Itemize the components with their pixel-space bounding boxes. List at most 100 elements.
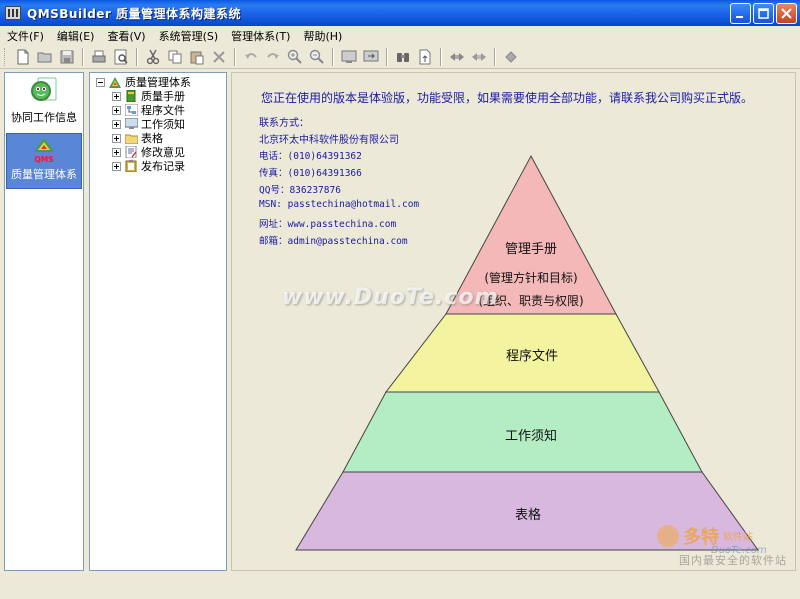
menu-file[interactable]: 文件(F) [0, 28, 50, 44]
cut-icon [146, 49, 160, 64]
zoom-out-button[interactable] [306, 46, 328, 68]
pyramid-label-instructions: 工作须知 [505, 428, 557, 444]
toolbar-separator [386, 47, 388, 66]
arrows-left-icon [450, 52, 464, 61]
redo-button[interactable] [262, 46, 284, 68]
menu-view[interactable]: 查看(V) [100, 28, 151, 44]
book-icon [124, 90, 138, 102]
expand-toggle[interactable] [112, 133, 121, 143]
toolbar-separator [234, 47, 236, 66]
screen-button[interactable] [338, 46, 360, 68]
menu-system[interactable]: 系统管理(S) [152, 28, 225, 44]
expand-toggle[interactable] [112, 91, 121, 101]
collab-icon [31, 77, 57, 101]
menu-management[interactable]: 管理体系(T) [224, 28, 296, 44]
menu-bar: 文件(F) 编辑(E) 查看(V) 系统管理(S) 管理体系(T) 帮助(H) [0, 26, 800, 45]
toolbar-separator [332, 47, 334, 66]
delete-icon [213, 50, 225, 63]
tree-node-feedback[interactable]: 修改意见 [90, 145, 226, 159]
expand-toggle[interactable] [112, 105, 121, 115]
next-button[interactable] [468, 46, 490, 68]
nav-label-collaboration: 协同工作信息 [11, 111, 77, 124]
nav-label-qms: 质量管理体系 [11, 168, 77, 181]
undo-icon [245, 52, 257, 59]
cut-button[interactable] [142, 46, 164, 68]
zoom-out-icon [309, 49, 324, 64]
folder-icon [124, 132, 138, 144]
app-icon [5, 6, 21, 20]
paste-icon [190, 51, 204, 64]
expand-toggle[interactable] [112, 119, 121, 129]
pyramid-sublabel-policy: (管理方针和目标) [484, 270, 577, 285]
menu-help[interactable]: 帮助(H) [296, 28, 348, 44]
new-icon [17, 49, 29, 64]
tree-root[interactable]: 质量管理体系 [90, 75, 226, 89]
toolbar [0, 45, 800, 69]
print-button[interactable] [88, 46, 110, 68]
print-icon [92, 50, 106, 62]
tree-node-forms[interactable]: 表格 [90, 131, 226, 145]
title-bar: QMSBuilder 质量管理体系构建系统 [0, 0, 800, 26]
screen-arrow-button[interactable] [360, 46, 382, 68]
content-pane: 您正在使用的版本是体验版，功能受限，如果需要使用全部功能，请联系我公司购买正式版… [231, 72, 796, 571]
undo-button[interactable] [240, 46, 262, 68]
nav-item-collaboration[interactable]: 协同工作信息 [6, 75, 82, 131]
open-icon [37, 52, 52, 62]
collapse-toggle[interactable] [96, 77, 105, 87]
diamond-icon [505, 50, 517, 63]
pyramid-label-forms: 表格 [515, 507, 541, 523]
new-button[interactable] [12, 46, 34, 68]
pyramid-label-manual: 管理手册 [505, 242, 557, 257]
monitor-icon [124, 118, 138, 130]
delete-button[interactable] [208, 46, 230, 68]
tree-node-label: 发布记录 [141, 160, 185, 173]
open-button[interactable] [34, 46, 56, 68]
pyramid-icon [108, 76, 122, 88]
tree-node-procedures[interactable]: 程序文件 [90, 103, 226, 117]
export-button[interactable] [414, 46, 436, 68]
qms-logo-text: QMS [34, 155, 53, 164]
diamond-button[interactable] [500, 46, 522, 68]
screen-icon [341, 50, 357, 63]
nav-item-qms[interactable]: QMS 质量管理体系 [6, 133, 82, 189]
toolbar-grip[interactable] [4, 47, 8, 66]
close-button[interactable] [776, 3, 797, 24]
minimize-button[interactable] [730, 3, 751, 24]
toolbar-separator [82, 47, 84, 66]
pyramid-level-manual[interactable] [445, 154, 617, 315]
tree-pane: 质量管理体系 质量手册 程序文件 工作须知 表格 修改意见 发布记录 [89, 72, 227, 571]
pyramid-sublabel-organization: (组织、职责与权限) [478, 294, 583, 308]
find-icon [397, 52, 409, 62]
tree-node-releases[interactable]: 发布记录 [90, 159, 226, 173]
zoom-in-button[interactable] [284, 46, 306, 68]
prev-button[interactable] [446, 46, 468, 68]
qms-icon: QMS [34, 138, 54, 164]
maximize-button[interactable] [753, 3, 774, 24]
toolbar-separator [494, 47, 496, 66]
zoom-in-icon [287, 49, 302, 64]
menu-edit[interactable]: 编辑(E) [50, 28, 101, 44]
export-icon [419, 49, 431, 64]
find-button[interactable] [392, 46, 414, 68]
toolbar-separator [440, 47, 442, 66]
close-icon [781, 8, 792, 19]
clipboard-icon [124, 160, 138, 172]
save-button[interactable] [56, 46, 78, 68]
tree-node-instructions[interactable]: 工作须知 [90, 117, 226, 131]
minimize-icon [736, 16, 743, 18]
paste-button[interactable] [186, 46, 208, 68]
qms-pyramid-diagram: 管理手册 (管理方针和目标) (组织、职责与权限) 程序文件 工作须知 表格 [295, 154, 759, 551]
edit-doc-icon [124, 146, 138, 158]
expand-toggle[interactable] [112, 161, 121, 171]
copy-button[interactable] [164, 46, 186, 68]
window-title: QMSBuilder 质量管理体系构建系统 [27, 6, 242, 21]
expand-toggle[interactable] [112, 147, 121, 157]
diagram-icon [124, 104, 138, 116]
tree-node-manual[interactable]: 质量手册 [90, 89, 226, 103]
save-icon [60, 50, 74, 63]
arrows-right-icon [472, 52, 486, 61]
preview-button[interactable] [110, 46, 132, 68]
pyramid-label-procedures: 程序文件 [506, 349, 558, 364]
left-navigation: 协同工作信息 QMS 质量管理体系 [4, 72, 84, 571]
copy-icon [168, 50, 182, 63]
